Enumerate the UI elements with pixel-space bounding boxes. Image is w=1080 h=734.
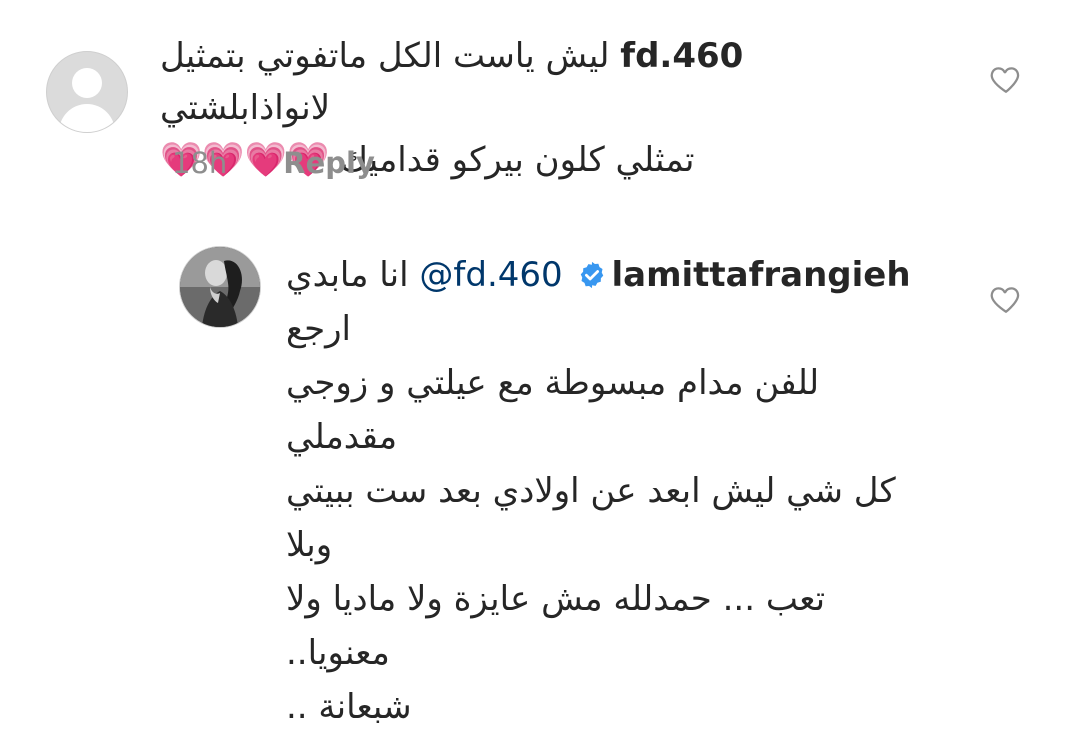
comment-body-line-3: كل شي ليش ابعد عن اولادي بعد ست ببيتي وب…	[286, 471, 896, 565]
comment-meta: 18h Reply	[172, 146, 375, 180]
comment-timestamp: 18h	[172, 146, 228, 180]
comment-body-line-1: انا مابدي ارجع	[286, 255, 409, 349]
heart-outline-icon[interactable]	[988, 282, 1024, 316]
comment-text: lamittafrangieh @fd.460 انا مابدي ارجع ل…	[286, 248, 926, 734]
avatar-placeholder-body	[59, 104, 115, 132]
heart-outline-icon[interactable]	[988, 62, 1024, 96]
comment-body-line-5: شبعانة ..	[286, 687, 412, 727]
comment-body-line-2: تمثلي كلون بيركو قداميك	[340, 140, 695, 180]
avatar[interactable]	[179, 246, 261, 328]
verified-badge-icon	[581, 261, 604, 289]
comment-body-line-1: ليش ياست الكل ماتفوتي بتمثيل لانواذابلشت…	[160, 36, 610, 128]
avatar[interactable]	[46, 51, 128, 133]
profile-photo	[180, 247, 260, 327]
comment-body-line-2: للفن مدام مبسوطة مع عيلتي و زوجي مقدملي	[286, 363, 820, 457]
comment-username[interactable]: lamittafrangieh	[611, 255, 910, 295]
mention-link[interactable]: @fd.460	[419, 255, 562, 295]
avatar-placeholder-head	[72, 68, 102, 98]
comment-body-line-4: تعب ... حمدلله مش عايزة ولا ماديا ولا مع…	[286, 579, 826, 673]
comment-line-1: lamittafrangieh @fd.460 انا مابدي ارجع	[286, 248, 926, 356]
comment-line-1: fd.460 ليش ياست الكل ماتفوتي بتمثيل لانو…	[160, 30, 890, 134]
comment-username[interactable]: fd.460	[620, 36, 743, 76]
reply-button[interactable]: Reply	[283, 146, 375, 180]
